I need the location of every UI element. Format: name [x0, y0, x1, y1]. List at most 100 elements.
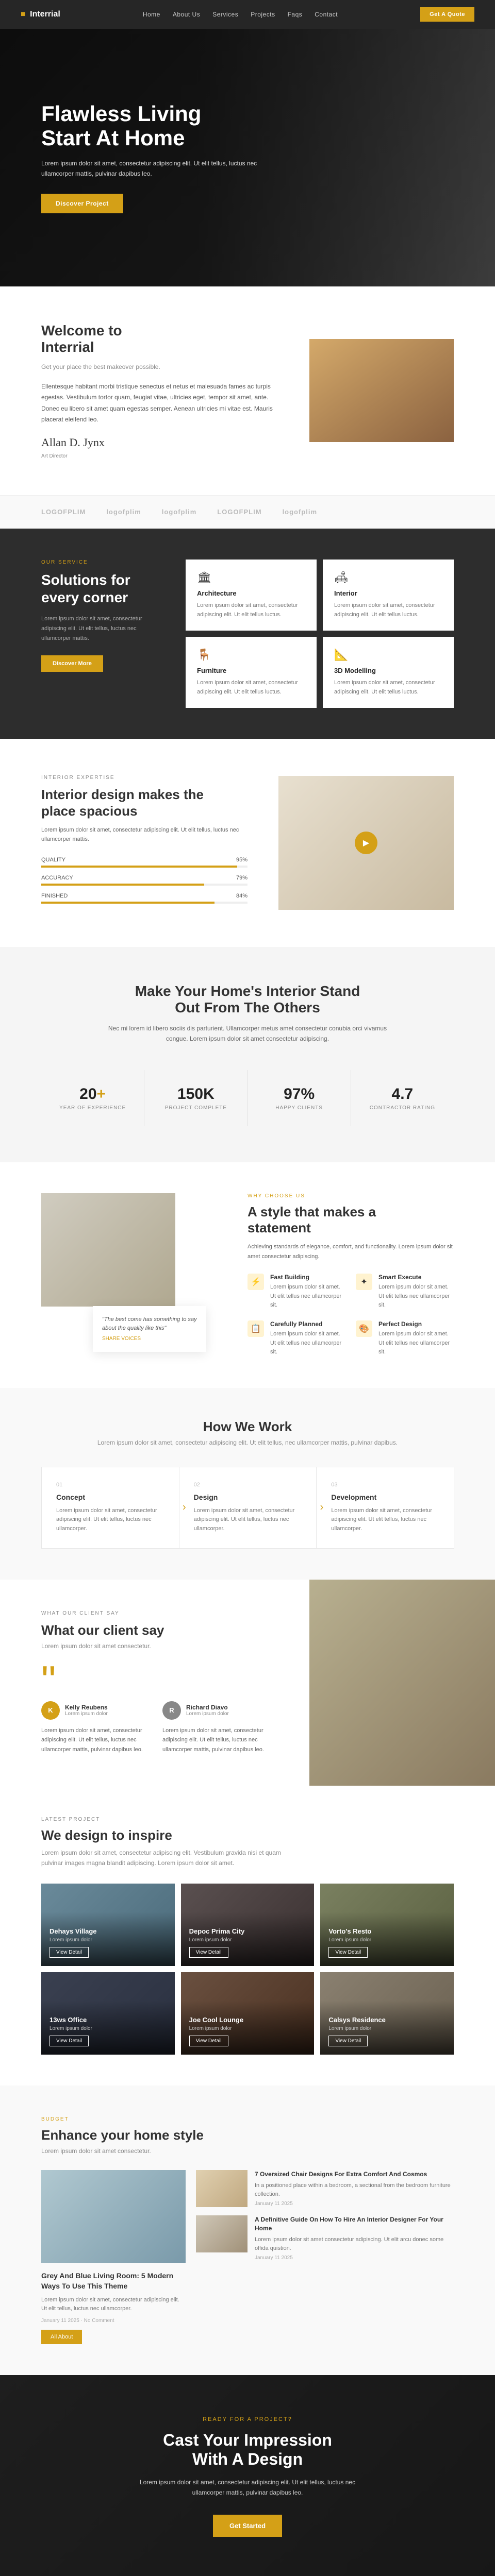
step-arrow-2: ›	[320, 1502, 324, 1514]
blog-side-content-2: A Definitive Guide On How To Hire An Int…	[255, 2215, 454, 2261]
work-step-design: 02 Design Lorem ipsum dolor sit amet, co…	[179, 1467, 317, 1549]
expertise-label: INTERIOR EXPERTISE	[41, 775, 248, 781]
standout-section: Make Your Home's Interior StandOut From …	[0, 947, 495, 1162]
hero-section: Flawless LivingStart At Home Lorem ipsum…	[0, 29, 495, 286]
service-title-furniture: Furniture	[197, 667, 305, 674]
step-desc-concept: Lorem ipsum dolor sit amet, consectetur …	[56, 1506, 164, 1534]
project-sub-calsys: Lorem ipsum dolor	[328, 2026, 446, 2031]
project-overlay-vorto: Vorto's Resto Lorem ipsum dolor View Det…	[320, 1912, 454, 1966]
project-btn-joecool[interactable]: View Detail	[189, 2036, 228, 2046]
feature-smart-execute-desc: Lorem ipsum dolor sit amet. Ut elit tell…	[378, 1283, 454, 1310]
services-label: OUR SERVICE	[41, 560, 165, 565]
project-overlay-dehays: Dehays Village Lorem ipsum dolor View De…	[41, 1912, 175, 1966]
logo-2: logofplim	[106, 508, 141, 516]
welcome-subtitle: Get your place the best makeover possibl…	[41, 362, 278, 373]
cta-label: READY FOR A PROJECT?	[41, 2416, 454, 2422]
hero-title: Flawless LivingStart At Home	[41, 102, 258, 149]
nav-projects[interactable]: Projects	[251, 11, 275, 18]
blog-main-meta: January 11 2025 · No Comment	[41, 2318, 186, 2324]
step-desc-development: Lorem ipsum dolor sit amet, consectetur …	[331, 1506, 439, 1534]
stat-experience: 20+ YEAR OF EXPERIENCE	[41, 1070, 144, 1126]
nav-about[interactable]: About Us	[173, 11, 200, 18]
project-card-depoc[interactable]: Depoc Prima City Lorem ipsum dolor View …	[181, 1884, 315, 1966]
project-btn-calsys[interactable]: View Detail	[328, 2036, 368, 2046]
progress-accuracy-label: ACCURACY	[41, 875, 73, 881]
project-card-vorto[interactable]: Vorto's Resto Lorem ipsum dolor View Det…	[320, 1884, 454, 1966]
hero-cta-button[interactable]: Discover Project	[41, 194, 123, 213]
testimonial-title: What our client say	[41, 1622, 268, 1638]
blog-title: Enhance your home style	[41, 2127, 454, 2143]
logo-5: logofplim	[283, 508, 318, 516]
nav-faqs[interactable]: Faqs	[288, 11, 303, 18]
whychoose-images: "The best come has something to say abou…	[41, 1193, 227, 1357]
feature-smart-execute-title: Smart Execute	[378, 1274, 454, 1281]
project-btn-13ws[interactable]: View Detail	[50, 2036, 89, 2046]
project-btn-vorto[interactable]: View Detail	[328, 1947, 368, 1958]
project-sub-joecool: Lorem ipsum dolor	[189, 2026, 306, 2031]
testi-text-richard: Lorem ipsum dolor sit amet, consectetur …	[162, 1726, 268, 1755]
project-btn-depoc[interactable]: View Detail	[189, 1947, 228, 1958]
step-arrow-1: ›	[183, 1502, 186, 1514]
project-card-calsys[interactable]: Calsys Residence Lorem ipsum dolor View …	[320, 1972, 454, 2055]
blog-side-image-1	[196, 2170, 248, 2207]
progress-quality-label: QUALITY	[41, 857, 65, 863]
whychoose-body: Achieving standards of elegance, comfort…	[248, 1242, 454, 1261]
whychoose-features: ⚡ Fast Building Lorem ipsum dolor sit am…	[248, 1274, 454, 1357]
welcome-title: Welcome toInterrial	[41, 323, 278, 355]
stat-num-projects: 150K	[155, 1086, 237, 1103]
testi-role-richard: Lorem ipsum dolor	[186, 1711, 229, 1717]
services-title: Solutions forevery corner	[41, 571, 165, 606]
project-card-joecool[interactable]: Joe Cool Lounge Lorem ipsum dolor View D…	[181, 1972, 315, 2055]
perfect-design-icon: 🎨	[356, 1320, 372, 1337]
expertise-title: Interior design makes theplace spacious	[41, 787, 248, 819]
howwework-section: How We Work Lorem ipsum dolor sit amet, …	[0, 1388, 495, 1580]
step-title-design: Design	[194, 1493, 302, 1501]
nav-home[interactable]: Home	[143, 11, 160, 18]
work-steps: 01 Concept Lorem ipsum dolor sit amet, c…	[41, 1467, 454, 1549]
blog-main-excerpt: Lorem ipsum dolor sit amet, consectetur …	[41, 2296, 186, 2314]
nav-contact[interactable]: Contact	[315, 11, 338, 18]
testi-avatar-kelly: K Kelly Reubens Lorem ipsum dolor	[41, 1701, 147, 1720]
nav-links: Home About Us Services Projects Faqs Con…	[143, 10, 338, 19]
feature-smart-execute-content: Smart Execute Lorem ipsum dolor sit amet…	[378, 1274, 454, 1310]
whychoose-section: "The best come has something to say abou…	[0, 1162, 495, 1388]
service-desc-interior: Lorem ipsum dolor sit amet, consectetur …	[334, 601, 442, 619]
nav-services[interactable]: Services	[212, 11, 238, 18]
quote-author-text: SHARE VOICES	[102, 1336, 141, 1342]
feature-fast-building-content: Fast Building Lorem ipsum dolor sit amet…	[270, 1274, 345, 1310]
blog-grid: Grey And Blue Living Room: 5 Modern Ways…	[41, 2170, 454, 2344]
whychoose-title: A style that makes astatement	[248, 1204, 454, 1236]
stat-label-experience: YEAR OF EXPERIENCE	[52, 1105, 134, 1111]
project-overlay-calsys: Calsys Residence Lorem ipsum dolor View …	[320, 2001, 454, 2055]
blog-main-btn[interactable]: All About	[41, 2330, 82, 2344]
project-title-depoc: Depoc Prima City	[189, 1927, 306, 1935]
testi-avatar-richard: R Richard Diavo Lorem ipsum dolor	[162, 1701, 268, 1720]
whychoose-label: WHY CHOOSE US	[248, 1193, 454, 1199]
services-content: OUR SERVICE Solutions forevery corner Lo…	[41, 560, 165, 708]
services-discover-button[interactable]: Discover More	[41, 655, 103, 672]
nav-cta-button[interactable]: Get A Quote	[420, 7, 474, 22]
progress-finished-label: FINISHED	[41, 893, 68, 899]
stat-label-rating: CONTRACTOR RATING	[361, 1105, 443, 1111]
stat-label-clients: HAPPY CLIENTS	[258, 1105, 340, 1111]
project-card-dehays[interactable]: Dehays Village Lorem ipsum dolor View De…	[41, 1884, 175, 1966]
blog-section: BUDGET Enhance your home style Lorem ips…	[0, 2086, 495, 2375]
step-num-concept: 01	[56, 1482, 164, 1488]
cta-button[interactable]: Get Started	[213, 2515, 282, 2537]
service-desc-3d: Lorem ipsum dolor sit amet, consectetur …	[334, 679, 442, 697]
blog-body: Lorem ipsum dolor sit amet consectetur.	[41, 2147, 454, 2155]
project-btn-dehays[interactable]: View Detail	[50, 1947, 89, 1958]
service-desc-furniture: Lorem ipsum dolor sit amet, consectetur …	[197, 679, 305, 697]
stat-rating: 4.7 CONTRACTOR RATING	[351, 1070, 454, 1126]
stat-num-clients: 97%	[258, 1086, 340, 1103]
welcome-section: Welcome toInterrial Get your place the b…	[0, 286, 495, 495]
testimonial-section: WHAT OUR CLIENT SAY What our client say …	[0, 1580, 495, 1786]
blog-side-meta-1: January 11 2025	[255, 2201, 454, 2207]
play-button[interactable]: ▶	[355, 832, 377, 854]
project-card-13ws[interactable]: 13ws Office Lorem ipsum dolor View Detai…	[41, 1972, 175, 2055]
feature-smart-execute: ✦ Smart Execute Lorem ipsum dolor sit am…	[356, 1274, 454, 1310]
feature-carefully-planned-desc: Lorem ipsum dolor sit amet. Ut elit tell…	[270, 1330, 345, 1357]
project-overlay-joecool: Joe Cool Lounge Lorem ipsum dolor View D…	[181, 2001, 315, 2055]
howwework-body: Lorem ipsum dolor sit amet, consectetur …	[41, 1439, 454, 1446]
testi-name-richard: Richard Diavo	[186, 1704, 229, 1711]
